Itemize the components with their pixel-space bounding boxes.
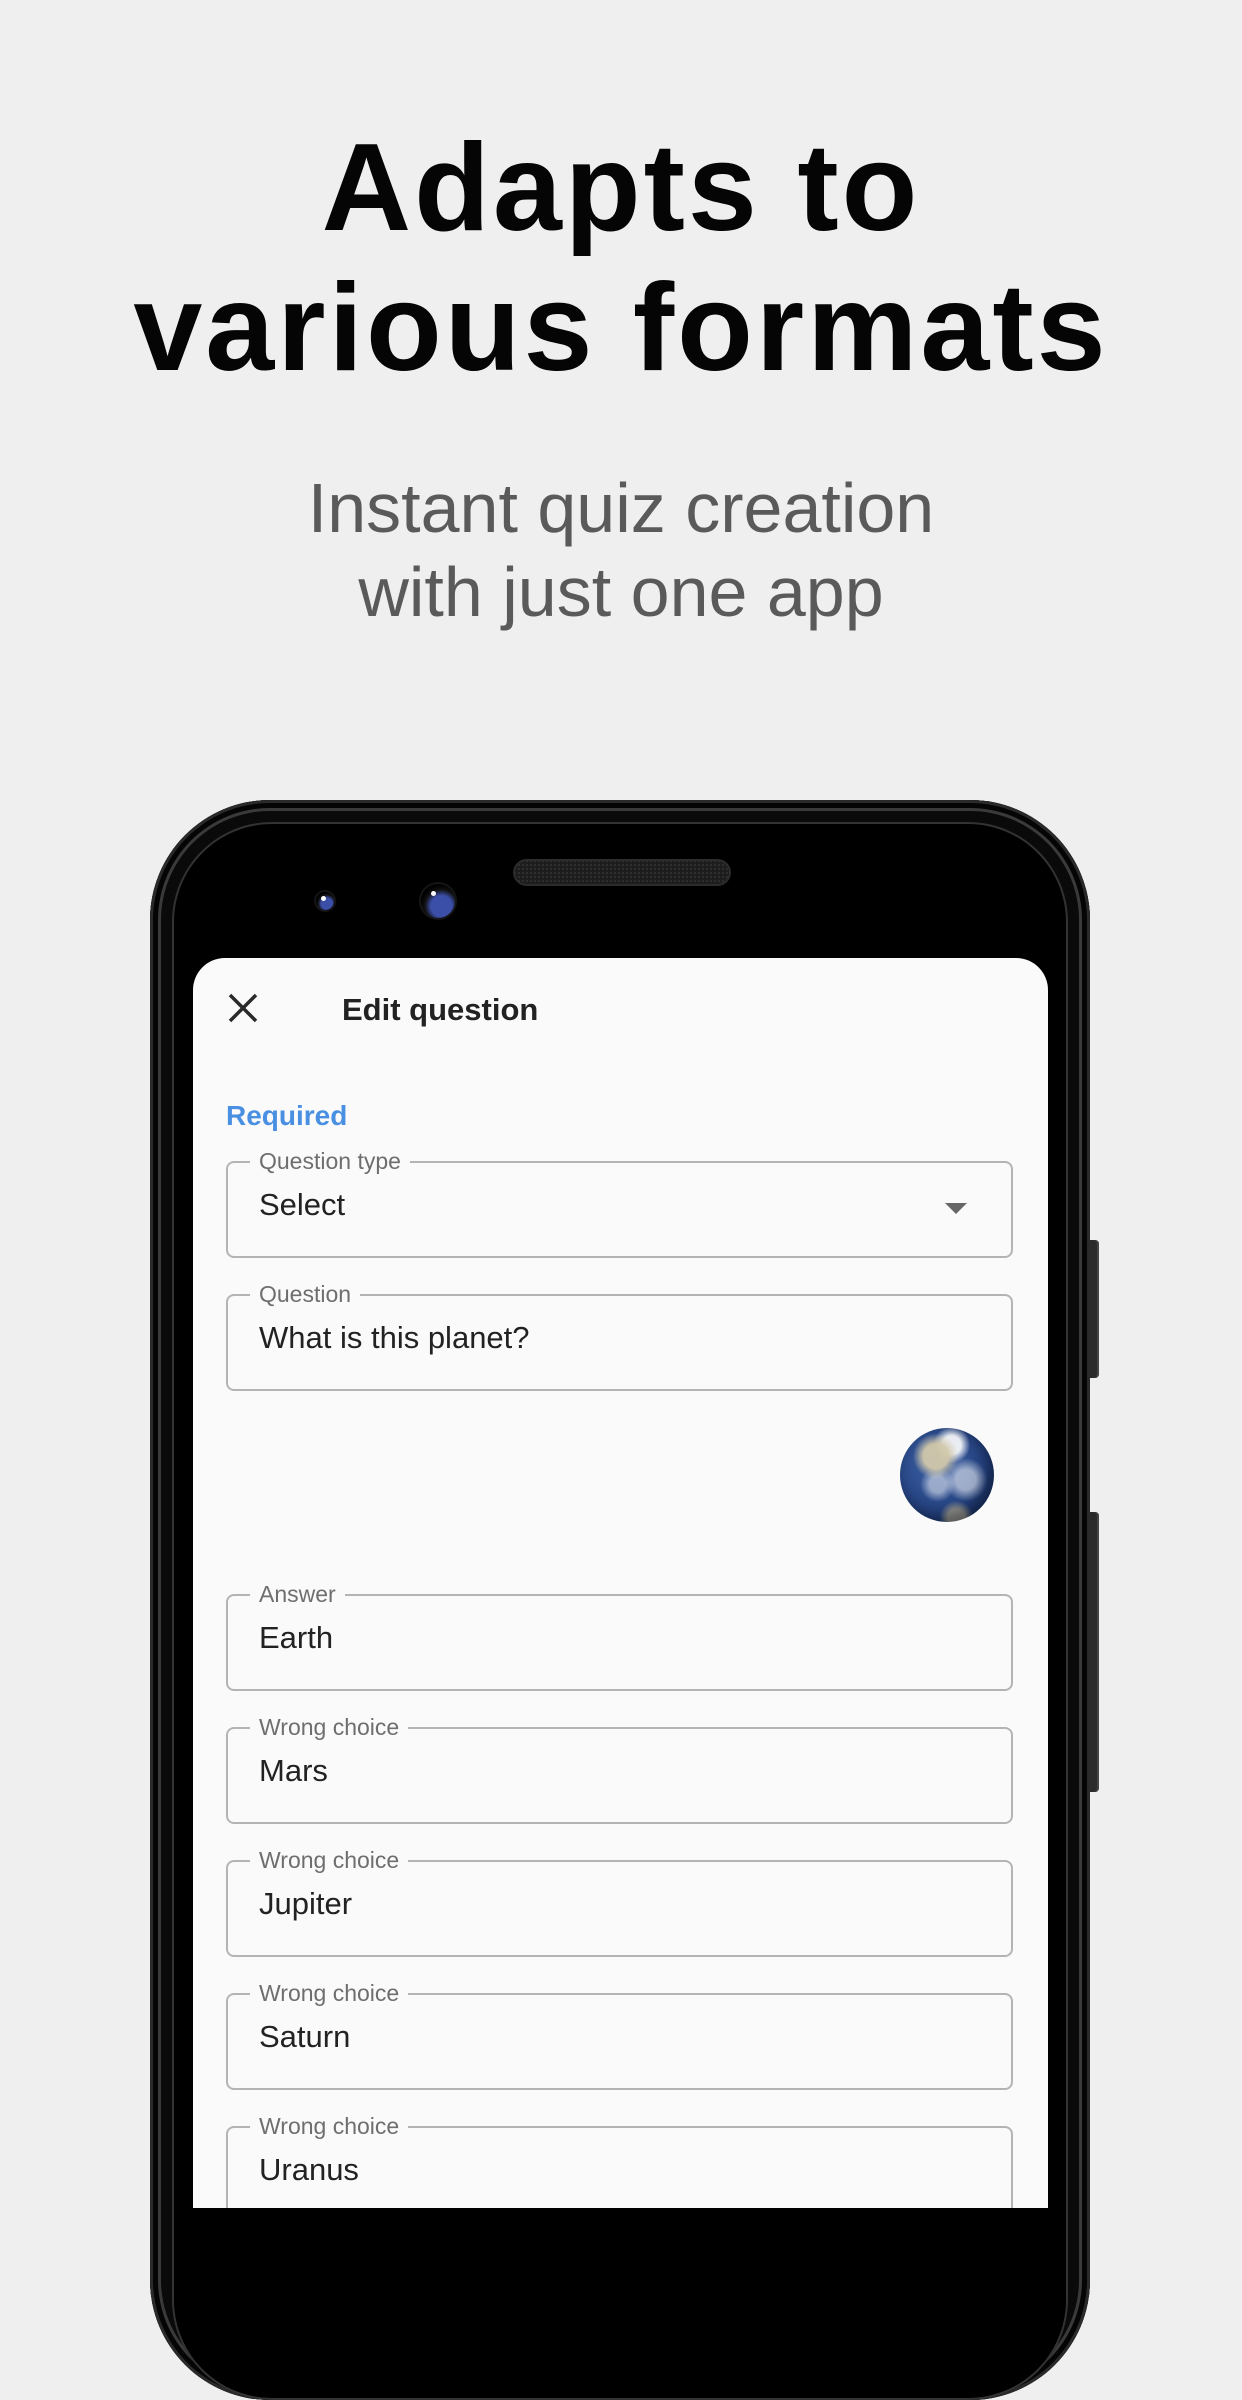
earth-image[interactable]	[900, 1428, 994, 1522]
dropdown-arrow-icon	[945, 1203, 967, 1214]
subhead-line-2: with just one app	[358, 553, 884, 631]
phone-front-camera	[421, 884, 455, 918]
wrong-choice-input-3[interactable]: Wrong choice Saturn	[226, 1979, 1013, 2090]
question-input[interactable]: Question What is this planet?	[226, 1280, 1013, 1391]
app-bar: Edit question	[193, 958, 1048, 1058]
close-icon	[228, 993, 258, 1023]
question-type-select[interactable]: Question type Select	[226, 1147, 1013, 1258]
wrong-choice-input-2[interactable]: Wrong choice Jupiter	[226, 1846, 1013, 1957]
wrong-choice-label: Wrong choice	[250, 1846, 409, 1874]
phone-power-button	[1089, 1240, 1099, 1378]
question-value: What is this planet?	[259, 1320, 530, 1355]
wrong-choice-input-1[interactable]: Wrong choice Mars	[226, 1713, 1013, 1824]
answer-value: Earth	[259, 1620, 334, 1655]
wrong-choice-value: Jupiter	[259, 1886, 353, 1921]
headline-line-2: various formats	[133, 259, 1109, 397]
wrong-choice-label: Wrong choice	[250, 1979, 409, 2007]
phone-sensor	[316, 892, 334, 910]
page-title: Edit question	[342, 992, 539, 1027]
required-section-label: Required	[226, 1100, 348, 1131]
answer-label: Answer	[250, 1580, 345, 1608]
promo-headline: Adapts to various formats	[0, 118, 1242, 398]
question-type-value: Select	[259, 1187, 346, 1222]
question-label: Question	[250, 1280, 361, 1308]
answer-input[interactable]: Answer Earth	[226, 1580, 1013, 1691]
wrong-choice-input-4[interactable]: Wrong choice Uranus	[226, 2112, 1013, 2208]
wrong-choice-value: Saturn	[259, 2019, 351, 2054]
phone-speaker	[513, 859, 731, 886]
phone-volume-button	[1089, 1512, 1099, 1792]
wrong-choice-value: Mars	[259, 1753, 328, 1788]
wrong-choice-label: Wrong choice	[250, 1713, 409, 1741]
wrong-choice-value: Uranus	[259, 2152, 359, 2187]
app-screen: Edit question Required Question type Sel…	[193, 958, 1048, 2208]
close-button[interactable]	[223, 988, 263, 1028]
promo-subheadline: Instant quiz creation with just one app	[0, 466, 1242, 634]
question-type-label: Question type	[250, 1147, 410, 1175]
headline-line-1: Adapts to	[321, 119, 921, 257]
wrong-choice-label: Wrong choice	[250, 2112, 409, 2140]
subhead-line-1: Instant quiz creation	[307, 469, 935, 547]
